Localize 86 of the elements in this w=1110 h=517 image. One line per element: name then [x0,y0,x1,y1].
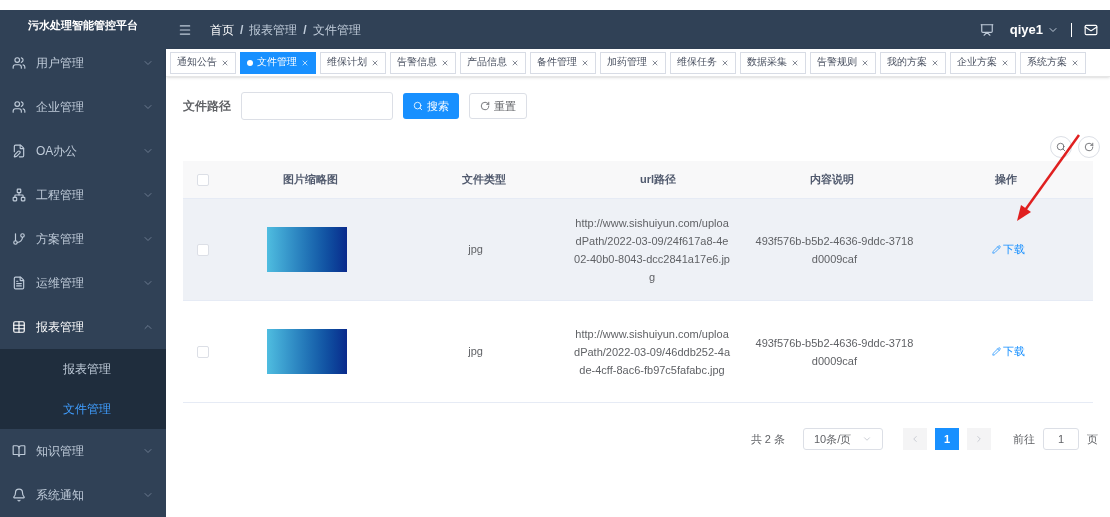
close-icon[interactable] [441,58,449,67]
sidebar-item[interactable]: 运维管理 [0,261,166,305]
column-header: 内容说明 [810,172,854,188]
table-cell-text: jpg [468,242,483,258]
select-all-checkbox[interactable] [197,173,209,186]
row-checkbox[interactable] [197,243,209,256]
submenu-item[interactable]: 文件管理 [0,389,166,429]
breadcrumb-item[interactable]: 报表管理 [249,20,298,39]
breadcrumb-item[interactable]: 首页 [210,20,234,39]
network-icon [12,188,26,202]
page-jump-field[interactable]: 1 [1043,428,1079,450]
sidebar-item[interactable]: 企业管理 [0,85,166,129]
close-icon[interactable] [1071,58,1079,67]
column-header: 图片缩略图 [282,172,338,188]
sidebar-item[interactable]: 工程管理 [0,173,166,217]
page-tab[interactable]: 我的方案 [880,51,946,74]
table-cell-text: 493f576b-b5b2-4636-9ddc-3718d0009caf [754,233,915,267]
page-tab[interactable]: 通知公告 [170,51,236,74]
edit-icon [992,245,1002,254]
page-tab[interactable]: 产品信息 [460,51,526,74]
chevron-right-icon [974,434,984,444]
close-icon[interactable] [371,58,379,67]
app-title: 污水处理智能管控平台 [27,18,139,34]
close-icon[interactable] [1001,58,1009,67]
table-icon [12,320,26,334]
page-tab[interactable]: 告警规则 [810,51,876,74]
page-tab[interactable]: 系统方案 [1020,51,1086,74]
close-icon[interactable] [511,58,519,67]
menu-icon[interactable] [178,22,192,37]
sidebar-item[interactable]: 知识管理 [0,429,166,473]
close-icon[interactable] [651,58,659,67]
chevron-left-icon [910,434,920,444]
breadcrumb-separator: / [240,21,244,39]
reset-button[interactable]: 重置 [469,93,527,119]
page-tab[interactable]: 备件管理 [530,51,596,74]
submenu-item[interactable]: 报表管理 [0,349,166,389]
sidebar-item[interactable]: 系统通知 [0,473,166,517]
total-count: 共 2 条 [750,431,785,447]
search-icon [1056,142,1066,152]
users-icon [12,100,26,114]
close-icon[interactable] [721,58,729,67]
close-icon[interactable] [301,58,309,67]
page-tab[interactable]: 数据采集 [740,51,806,74]
column-header: url路径 [639,172,677,188]
page-tab[interactable]: 告警信息 [390,51,456,74]
sidebar-item[interactable]: 用户管理 [0,41,166,85]
page-tab[interactable]: 企业方案 [950,51,1016,74]
close-icon[interactable] [221,58,229,67]
form-icon [12,144,26,158]
close-icon[interactable] [861,58,869,67]
close-icon[interactable] [791,58,799,67]
column-header: 操作 [995,172,1017,188]
column-header: 文件类型 [462,172,506,188]
file-path-field[interactable] [241,92,393,120]
page-size-select[interactable]: 10条/页 [803,428,883,450]
mail-icon[interactable] [1084,22,1098,37]
table-cell-text: http://www.sishuiyun.com/uploadPath/2022-03-09/24f617a8-4e02-40b0-8043-dcc2841a17e6.jpg [573,215,731,285]
page-tab[interactable]: 加药管理 [600,51,666,74]
close-icon[interactable] [581,58,589,67]
users-icon [12,56,26,70]
row-checkbox[interactable] [197,345,209,358]
table-cell-text: jpg [468,344,483,360]
sidebar-item[interactable]: 报表管理 [0,305,166,349]
table-cell-text: 493f576b-b5b2-4636-9ddc-3718d0009caf [754,335,915,369]
document-icon [12,276,26,290]
page-tab[interactable]: 维保计划 [320,51,386,74]
breadcrumb-item: 文件管理 [312,21,361,39]
field-label: 文件路径 [183,98,231,115]
sidebar-item[interactable]: OA办公 [0,129,166,173]
sidebar-item[interactable]: 方案管理 [0,217,166,261]
breadcrumb-separator: / [303,21,307,39]
branch-icon [12,232,26,246]
goto-label: 前往 [1013,431,1035,447]
bell-icon [12,488,26,502]
chevron-down-icon [862,434,872,444]
close-icon[interactable] [931,58,939,67]
search-icon [413,101,423,111]
refresh-icon [480,101,490,111]
table-cell-text: http://www.sishuiyun.com/uploadPath/2022-03-09/46ddb252-4ade-4cff-8ac6-fb97c5fafabc.jpg [573,326,731,378]
username[interactable]: qiye1 [1009,19,1043,40]
book-icon [12,444,26,458]
refresh-icon [1084,142,1094,152]
page-unit: 页 [1087,431,1098,447]
edit-icon [992,347,1002,356]
page-tab[interactable]: 维保任务 [670,51,736,74]
screen-icon[interactable] [979,22,994,37]
